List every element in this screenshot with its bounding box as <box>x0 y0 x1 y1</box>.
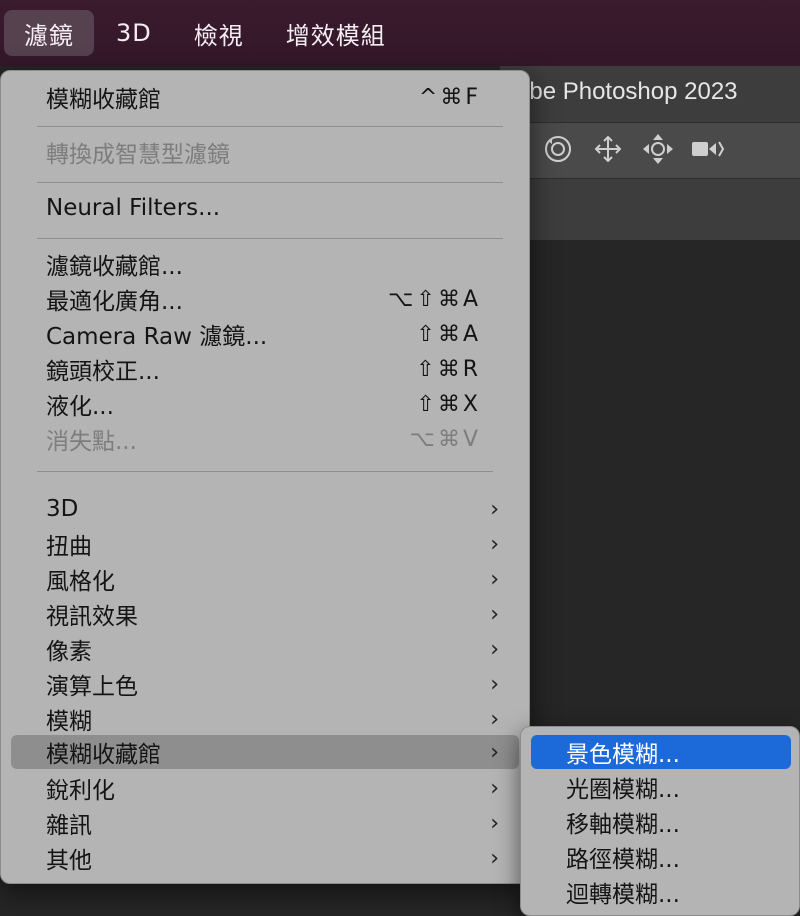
menu-item-other[interactable]: 其他 › <box>1 841 529 875</box>
menu-item-filter-gallery[interactable]: 濾鏡收藏館... <box>1 247 529 281</box>
chevron-right-icon: › <box>490 706 499 732</box>
menu-separator <box>37 238 503 239</box>
menu-item-distort[interactable]: 扭曲 › <box>1 527 529 561</box>
menu-item-label: 銳利化 <box>46 778 115 804</box>
menu-item-label: 迴轉模糊... <box>566 882 680 908</box>
menubar-filter[interactable]: 濾鏡 <box>4 10 94 56</box>
shortcut-label: ^⌘F <box>418 84 481 110</box>
menu-item-label: 視訊效果 <box>46 604 138 630</box>
menu-item-label: 液化... <box>46 394 114 420</box>
rotate-3d-icon[interactable] <box>538 130 578 168</box>
menu-item-sharpen[interactable]: 銳利化 › <box>1 771 529 805</box>
menu-item-label: Neural Filters... <box>46 195 221 221</box>
menu-item-label: Camera Raw 濾鏡... <box>46 324 268 350</box>
drag-3d-icon[interactable] <box>638 130 678 168</box>
submenu-item-iris-blur[interactable]: 光圈模糊... <box>521 770 799 804</box>
menu-item-label: 轉換成智慧型濾鏡 <box>46 142 230 168</box>
menu-item-label: 最適化廣角... <box>46 289 183 315</box>
chevron-right-icon: › <box>490 531 499 557</box>
menu-item-label: 濾鏡收藏館... <box>46 254 183 280</box>
menu-item-camera-raw-filter[interactable]: Camera Raw 濾鏡... ⇧⌘A <box>1 317 529 351</box>
menu-item-label: 模糊 <box>46 709 92 735</box>
shortcut-label: ⇧⌘R <box>416 356 481 382</box>
menu-separator <box>37 182 503 183</box>
menu-item-label: 模糊收藏館 <box>46 742 161 768</box>
filter-menu: 模糊收藏館 ^⌘F 轉換成智慧型濾鏡 Neural Filters... 濾鏡收… <box>0 70 530 884</box>
menu-item-label: 移軸模糊... <box>566 812 680 838</box>
menu-item-neural-filters[interactable]: Neural Filters... <box>1 191 529 225</box>
chevron-right-icon: › <box>490 810 499 836</box>
menu-item-label: 3D <box>46 496 79 522</box>
menu-item-blur[interactable]: 模糊 › <box>1 702 529 736</box>
menu-item-label: 扭曲 <box>46 534 92 560</box>
submenu-item-spin-blur[interactable]: 迴轉模糊... <box>521 875 799 909</box>
shortcut-label: ⌥⇧⌘A <box>388 286 481 312</box>
menu-separator <box>37 471 493 472</box>
menu-item-label: 光圈模糊... <box>566 777 680 803</box>
menu-item-label: 其他 <box>46 848 92 874</box>
window-title: obe Photoshop 2023 <box>516 78 738 105</box>
submenu-item-path-blur[interactable]: 路徑模糊... <box>521 840 799 874</box>
menu-item-noise[interactable]: 雜訊 › <box>1 806 529 840</box>
chevron-right-icon: › <box>490 566 499 592</box>
menu-item-stylize[interactable]: 風格化 › <box>1 562 529 596</box>
app-menubar: 濾鏡 3D 檢視 增效模組 <box>0 0 800 66</box>
video-camera-icon[interactable] <box>688 130 728 168</box>
menu-item-blur-gallery-recent[interactable]: 模糊收藏館 ^⌘F <box>1 80 529 114</box>
shortcut-label: ⇧⌘X <box>416 391 481 417</box>
blur-gallery-submenu: 景色模糊... 光圈模糊... 移軸模糊... 路徑模糊... 迴轉模糊... <box>520 726 800 916</box>
menu-item-label: 模糊收藏館 <box>46 87 161 113</box>
menu-item-liquify[interactable]: 液化... ⇧⌘X <box>1 387 529 421</box>
menubar-3d[interactable]: 3D <box>96 10 172 56</box>
document-tabbar <box>500 178 800 240</box>
menu-item-video[interactable]: 視訊效果 › <box>1 597 529 631</box>
chevron-right-icon: › <box>490 775 499 801</box>
menu-item-label: 消失點... <box>46 429 137 455</box>
chevron-right-icon: › <box>490 496 499 522</box>
menu-item-3d[interactable]: 3D › <box>1 492 529 526</box>
menu-item-pixelate[interactable]: 像素 › <box>1 632 529 666</box>
menu-item-label: 雜訊 <box>46 813 92 839</box>
shortcut-label: ⌥⌘V <box>409 426 481 452</box>
menu-item-label: 景色模糊... <box>566 742 680 768</box>
menu-item-blur-gallery[interactable]: 模糊收藏館 › <box>11 735 519 769</box>
menu-item-label: 演算上色 <box>46 674 138 700</box>
chevron-right-icon: › <box>490 739 499 765</box>
menu-item-label: 像素 <box>46 639 92 665</box>
menu-item-label: 路徑模糊... <box>566 847 680 873</box>
menubar-view[interactable]: 檢視 <box>174 10 264 56</box>
submenu-item-tilt-shift[interactable]: 移軸模糊... <box>521 805 799 839</box>
menu-item-lens-correction[interactable]: 鏡頭校正... ⇧⌘R <box>1 352 529 386</box>
chevron-right-icon: › <box>490 671 499 697</box>
chevron-right-icon: › <box>490 636 499 662</box>
menu-separator <box>37 126 503 127</box>
chevron-right-icon: › <box>490 845 499 871</box>
menubar-plugins[interactable]: 增效模組 <box>266 10 406 56</box>
menu-item-vanishing-point: 消失點... ⌥⌘V <box>1 422 529 456</box>
chevron-right-icon: › <box>490 601 499 627</box>
shortcut-label: ⇧⌘A <box>416 321 481 347</box>
menu-item-render[interactable]: 演算上色 › <box>1 667 529 701</box>
menu-item-convert-smart-filter: 轉換成智慧型濾鏡 <box>1 135 529 169</box>
menu-item-adaptive-wide-angle[interactable]: 最適化廣角... ⌥⇧⌘A <box>1 282 529 316</box>
pan-3d-icon[interactable] <box>588 130 628 168</box>
submenu-item-field-blur[interactable]: 景色模糊... <box>531 735 791 769</box>
menu-item-label: 風格化 <box>46 569 115 595</box>
menu-item-label: 鏡頭校正... <box>46 359 160 385</box>
